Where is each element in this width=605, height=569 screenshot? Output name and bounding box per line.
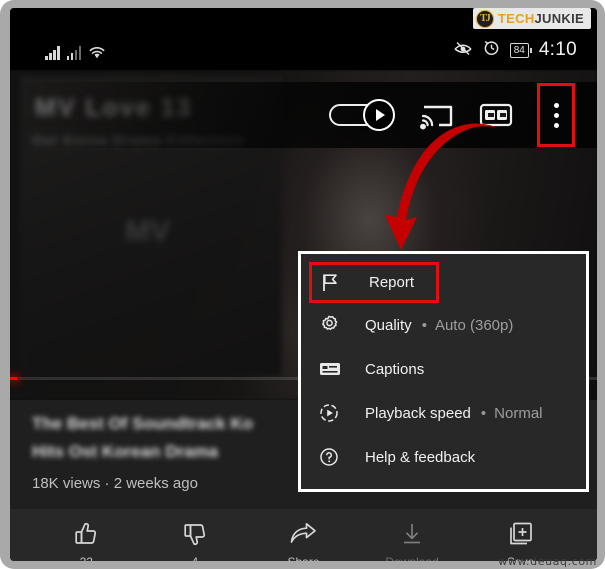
menu-item-separator: • bbox=[480, 404, 487, 422]
menu-item-separator: • bbox=[421, 316, 427, 334]
player-options-menu: Report Quality • Auto (360p) Captions Pl… bbox=[298, 251, 589, 492]
menu-item-captions[interactable]: Captions bbox=[301, 347, 586, 391]
thumbs-down-icon bbox=[182, 520, 208, 548]
download-label: Download bbox=[385, 555, 438, 561]
video-action-bar: 22 4 Share bbox=[10, 509, 597, 561]
status-bar-clock: 4:10 bbox=[538, 39, 577, 60]
thumbs-up-icon bbox=[73, 520, 99, 548]
menu-item-playback-speed[interactable]: Playback speed • Normal bbox=[301, 391, 586, 435]
video-title-line2: Hits Ost Korean Drama bbox=[32, 442, 219, 461]
share-icon bbox=[289, 520, 317, 548]
closed-captions-icon[interactable] bbox=[479, 102, 513, 128]
download-button[interactable]: Download bbox=[371, 509, 453, 561]
device-screen: TJ TECH JUNKIE 84 4:10 MV Report Quality… bbox=[10, 8, 597, 561]
playback-speed-icon bbox=[319, 403, 345, 423]
autoplay-toggle[interactable] bbox=[329, 99, 395, 131]
dislike-count: 4 bbox=[192, 555, 199, 561]
player-control-bar bbox=[10, 82, 597, 148]
menu-item-label: Help & feedback bbox=[365, 448, 476, 466]
flag-icon bbox=[321, 273, 347, 292]
artwork-text-line3: MV bbox=[125, 215, 170, 248]
battery-indicator: 84 bbox=[509, 42, 532, 58]
save-button[interactable]: Save bbox=[480, 509, 562, 561]
menu-item-label: Report bbox=[369, 274, 415, 291]
like-count: 22 bbox=[80, 555, 93, 561]
signal-bars-icon bbox=[45, 45, 60, 60]
menu-item-value: Normal bbox=[494, 404, 543, 422]
device-frame: TJ TECH JUNKIE 84 4:10 MV Report Quality… bbox=[0, 0, 605, 569]
status-bar-left-icons bbox=[45, 40, 106, 60]
like-button[interactable]: 22 bbox=[45, 509, 127, 561]
cast-icon[interactable] bbox=[419, 100, 455, 130]
menu-item-report[interactable]: Report bbox=[309, 262, 439, 303]
techjunkie-badge-icon: TJ bbox=[475, 9, 494, 28]
techjunkie-logo: TJ TECH JUNKIE bbox=[472, 8, 591, 29]
help-circle-icon bbox=[319, 447, 345, 467]
battery-level-text: 84 bbox=[513, 44, 525, 56]
site-watermark: www.deuaq.com bbox=[498, 555, 597, 568]
menu-item-help-feedback[interactable]: Help & feedback bbox=[301, 435, 586, 479]
status-bar-right-icons: 84 4:10 bbox=[453, 39, 577, 61]
captions-icon bbox=[319, 361, 345, 377]
video-title-line1: The Best Of Soundtrack Ko bbox=[32, 414, 254, 433]
download-icon bbox=[399, 520, 425, 548]
share-button[interactable]: Share bbox=[262, 509, 344, 561]
menu-item-label: Playback speed bbox=[365, 404, 471, 422]
menu-item-quality[interactable]: Quality • Auto (360p) bbox=[301, 303, 586, 347]
wifi-icon bbox=[88, 44, 106, 60]
alarm-clock-icon bbox=[483, 39, 500, 61]
brand-name-tech: TECH bbox=[497, 11, 535, 26]
save-icon bbox=[508, 520, 534, 548]
menu-item-label: Captions bbox=[365, 360, 425, 378]
brand-strip: TJ TECH JUNKIE bbox=[10, 8, 597, 30]
signal-bars-icon-secondary bbox=[66, 45, 81, 60]
autoplay-play-icon bbox=[363, 99, 395, 131]
dislike-button[interactable]: 4 bbox=[154, 509, 236, 561]
android-status-bar: 84 4:10 bbox=[10, 30, 597, 70]
eye-care-icon bbox=[453, 40, 473, 61]
share-label: Share bbox=[287, 555, 319, 561]
menu-item-value: Auto (360p) bbox=[434, 316, 514, 334]
video-stats: 18K views · 2 weeks ago bbox=[32, 475, 198, 492]
brand-name-junkie: JUNKIE bbox=[534, 11, 584, 26]
video-progress-fill bbox=[10, 377, 17, 380]
menu-item-label: Quality bbox=[365, 316, 412, 334]
three-dot-menu-icon[interactable] bbox=[537, 83, 575, 147]
gear-icon bbox=[319, 315, 345, 335]
